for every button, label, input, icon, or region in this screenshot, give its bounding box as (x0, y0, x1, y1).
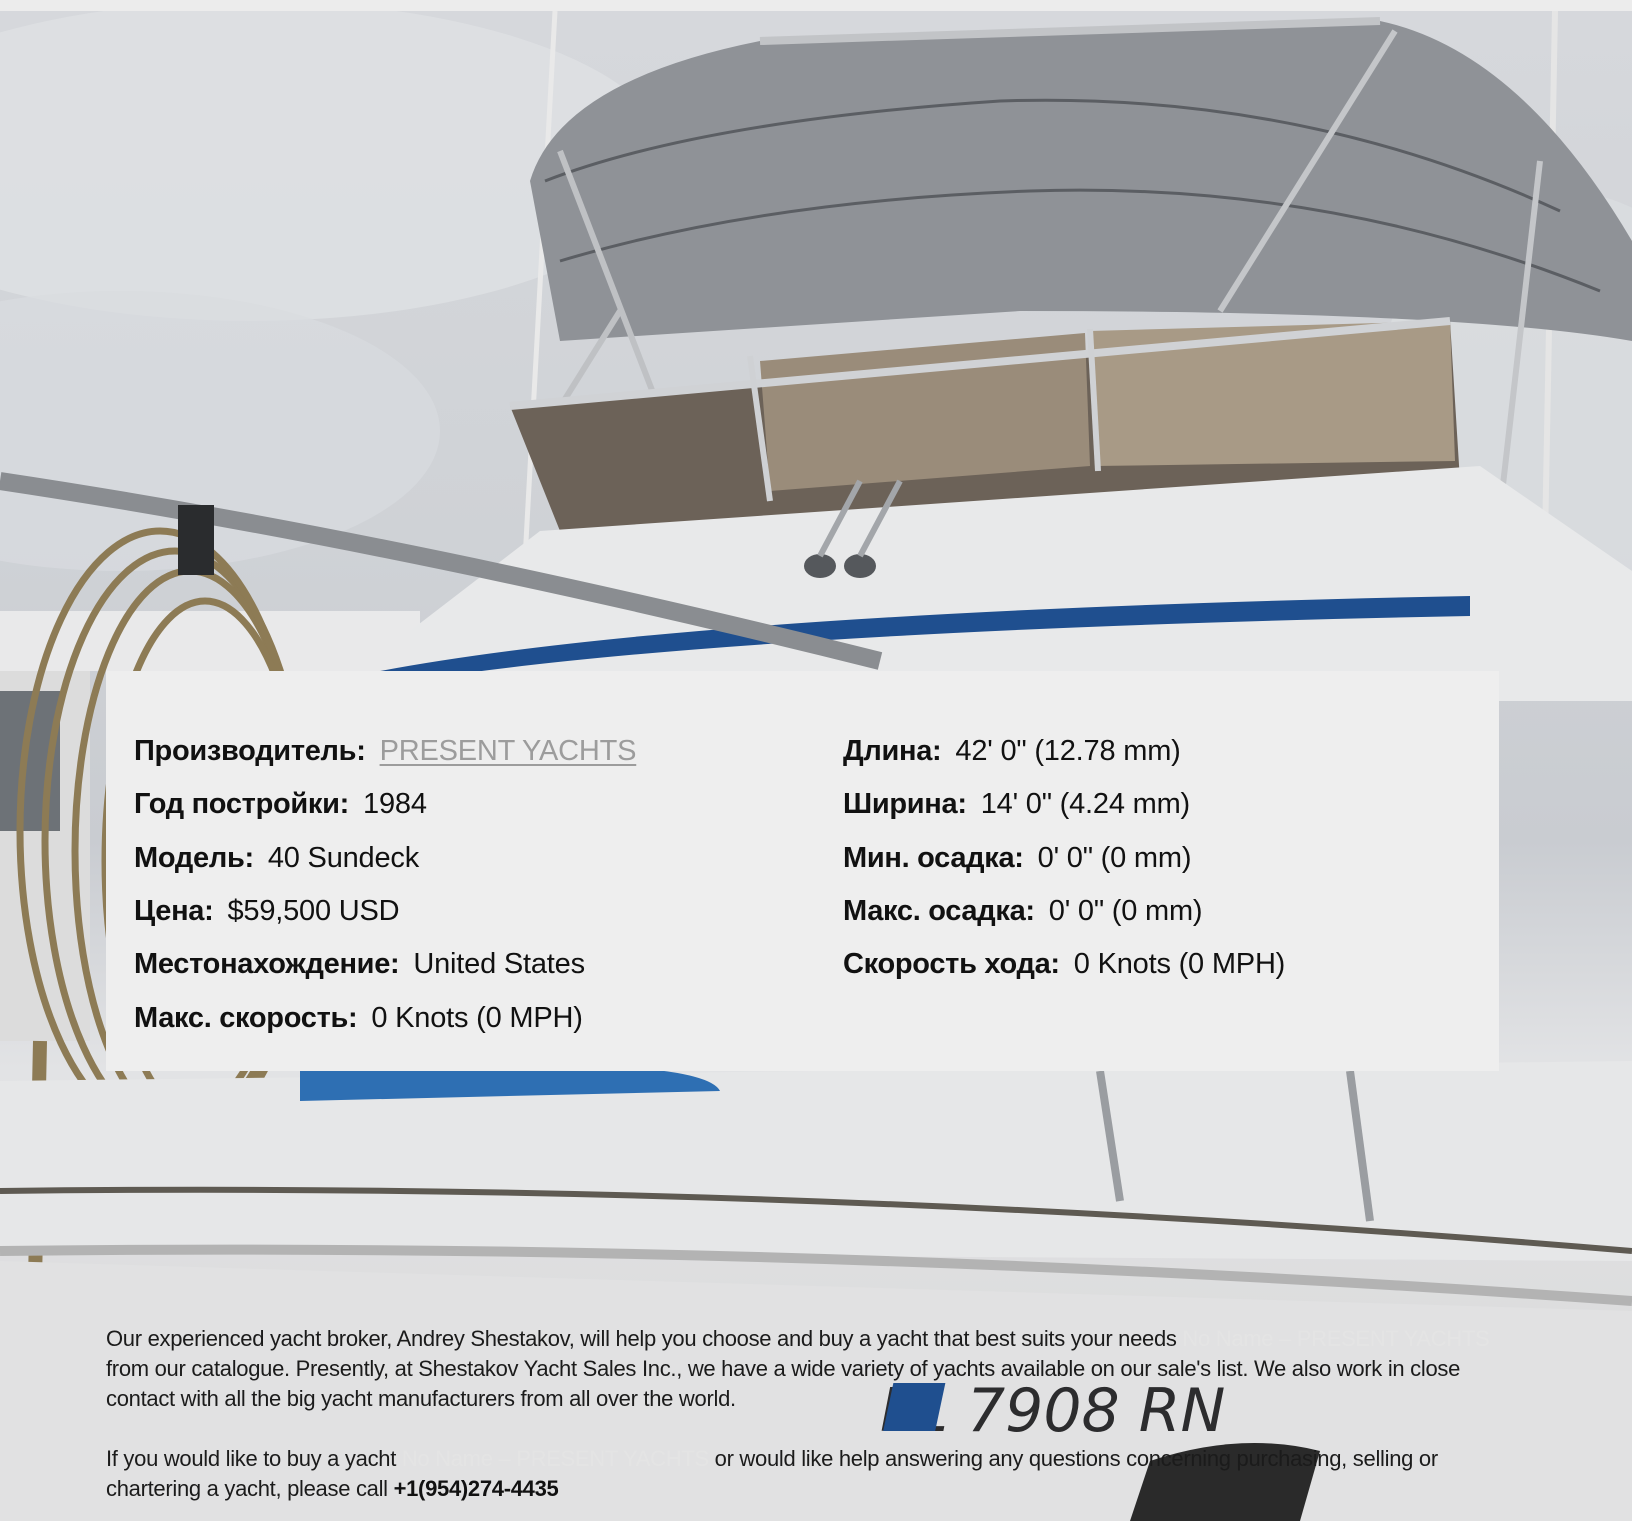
spec-label: Цена: (134, 895, 214, 928)
page: FL 7908 RN Производитель: PRESENT YACHTS… (0, 0, 1632, 1521)
spec-label: Макс. скорость: (134, 1001, 358, 1034)
specs-column-left: Производитель: PRESENT YACHTS Год постро… (134, 725, 636, 1045)
spec-label: Скорость хода: (843, 948, 1060, 981)
spec-model: Модель: 40 Sundeck (134, 832, 636, 885)
spec-label: Год постройки: (134, 788, 350, 821)
spec-label: Модель: (134, 841, 254, 874)
spec-price: Цена: $59,500 USD (134, 885, 636, 938)
specs-panel: Производитель: PRESENT YACHTS Год постро… (106, 671, 1499, 1071)
spec-cruise-speed: Скорость хода: 0 Knots (0 MPH) (843, 938, 1285, 991)
spec-max-draft: Макс. осадка: 0' 0" (0 mm) (843, 885, 1285, 938)
specs-column-right: Длина: 42' 0" (12.78 mm) Ширина: 14' 0" … (843, 725, 1285, 991)
spec-value: 40 Sundeck (267, 841, 420, 874)
spec-value: 0 Knots (0 MPH) (371, 1001, 583, 1034)
spec-value: 42' 0" (12.78 mm) (955, 735, 1181, 768)
spec-value: 1984 (363, 788, 427, 821)
phone-link[interactable]: +1(954)274-4435 (394, 1476, 559, 1501)
paragraph-text: from our catalogue. Presently, at Shesta… (106, 1356, 1461, 1411)
spec-min-draft: Мин. осадка: 0' 0" (0 mm) (843, 832, 1285, 885)
spec-max-speed: Макс. скорость: 0 Knots (0 MPH) (134, 991, 636, 1044)
spec-value: United States (413, 948, 585, 981)
spec-value: $59,500 USD (227, 895, 400, 928)
spec-value: 0' 0" (0 mm) (1048, 895, 1203, 928)
spec-value: 0' 0" (0 mm) (1037, 841, 1192, 874)
spec-label: Производитель: (134, 735, 366, 768)
paragraph-text: Our experienced yacht broker, Andrey She… (106, 1326, 1183, 1351)
manufacturer-link[interactable]: PRESENT YACHTS (380, 735, 637, 768)
spec-location: Местонахождение: United States (134, 938, 636, 991)
spec-value: 14' 0" (4.24 mm) (980, 788, 1190, 821)
spec-label: Местонахождение: (134, 948, 400, 981)
broker-paragraph-2: If you would like to buy a yacht No Name… (106, 1444, 1506, 1504)
spec-value: 0 Knots (0 MPH) (1073, 948, 1286, 981)
top-strip (0, 0, 1632, 11)
yacht-name-link[interactable]: No Name – PRESENT YACHTS (402, 1446, 709, 1471)
spec-label: Макс. осадка: (843, 895, 1035, 928)
spec-label: Мин. осадка: (843, 841, 1024, 874)
spec-manufacturer: Производитель: PRESENT YACHTS (134, 725, 636, 778)
yacht-name-link[interactable]: No Name – PRESENT YACHTS (1182, 1326, 1489, 1351)
spec-year: Год постройки: 1984 (134, 778, 636, 831)
spec-length: Длина: 42' 0" (12.78 mm) (843, 725, 1285, 778)
spec-beam: Ширина: 14' 0" (4.24 mm) (843, 778, 1285, 831)
broker-paragraph-1: Our experienced yacht broker, Andrey She… (106, 1324, 1506, 1414)
broker-description: Our experienced yacht broker, Andrey She… (106, 1324, 1506, 1521)
spec-label: Длина: (843, 735, 942, 768)
paragraph-text: If you would like to buy a yacht (106, 1446, 402, 1471)
spec-label: Ширина: (843, 788, 967, 821)
